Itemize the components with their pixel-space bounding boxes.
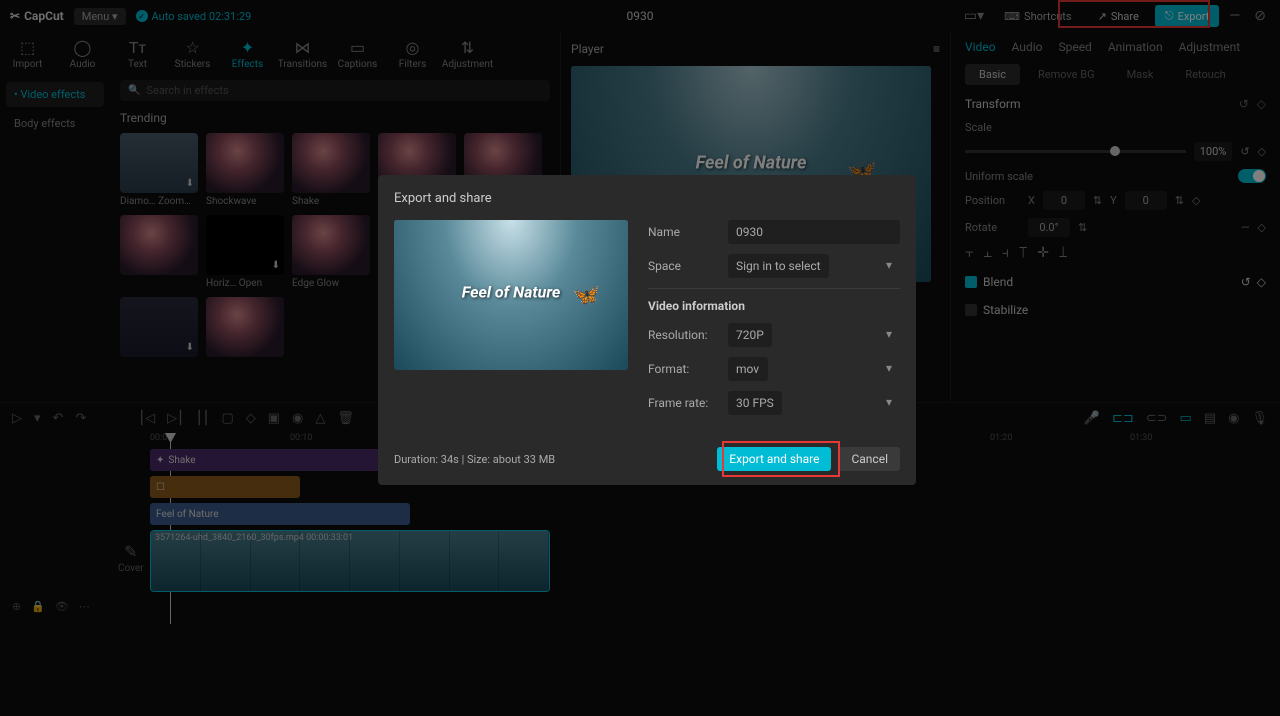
modal-title: Export and share [394, 191, 900, 206]
resolution-select[interactable]: 720P [728, 323, 772, 347]
format-label: Format: [648, 362, 728, 376]
export-preview: Feel of Nature 🦋 [394, 220, 628, 370]
cancel-button[interactable]: Cancel [839, 447, 900, 471]
framerate-select[interactable]: 30 FPS [728, 391, 782, 415]
framerate-label: Frame rate: [648, 396, 728, 410]
export-share-button[interactable]: Export and share [717, 447, 831, 471]
export-modal: Export and share Feel of Nature 🦋 Name S… [378, 175, 916, 485]
space-label: Space [648, 259, 728, 273]
video-info-heading: Video information [648, 299, 900, 313]
format-select[interactable]: mov [728, 357, 768, 381]
resolution-label: Resolution: [648, 328, 728, 342]
name-input[interactable] [728, 220, 900, 244]
export-info: Duration: 34s | Size: about 33 MB [394, 453, 555, 466]
butterfly-icon: 🦋 [573, 283, 600, 308]
name-label: Name [648, 225, 728, 239]
space-select[interactable]: Sign in to select [728, 254, 829, 278]
preview-text: Feel of Nature [462, 283, 561, 302]
